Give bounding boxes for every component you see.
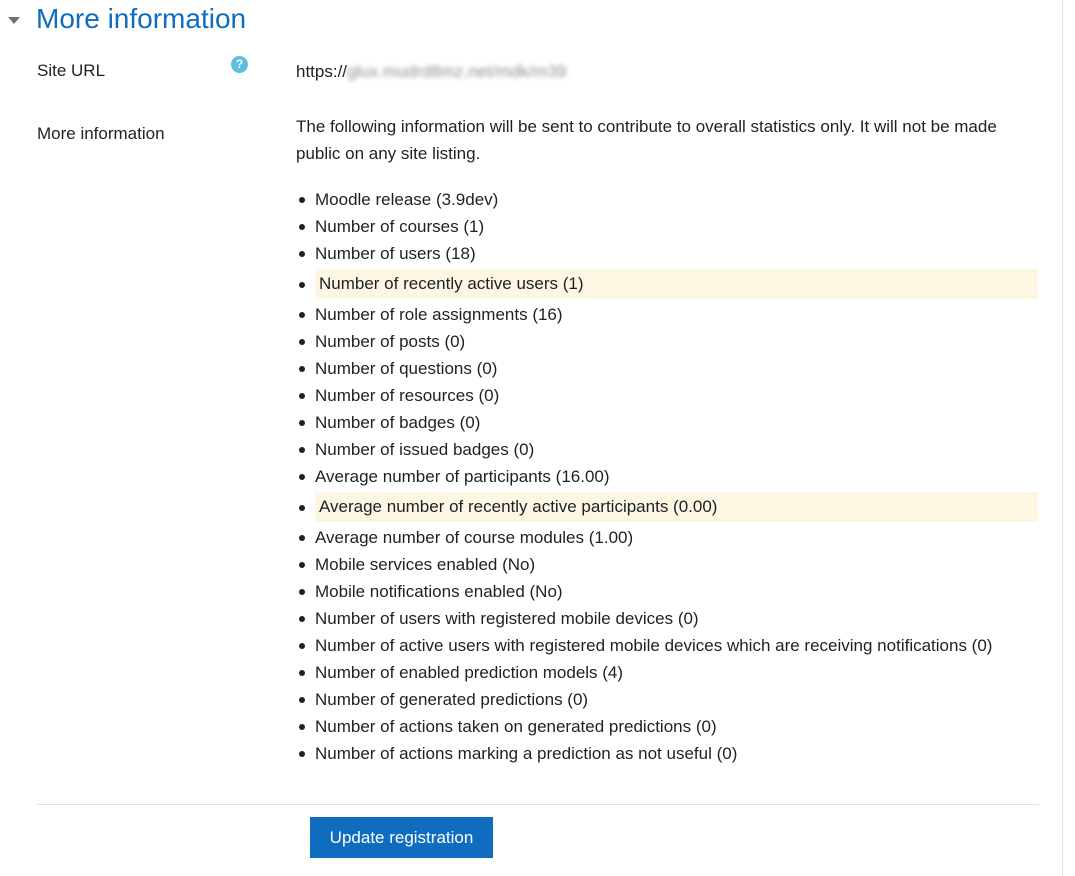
stats-list-item: Number of questions (0) (296, 355, 1038, 382)
stats-list-item: Average number of course modules (1.00) (296, 524, 1038, 551)
stats-list-item: Number of actions taken on generated pre… (296, 713, 1038, 740)
stats-list-item: Number of users (18) (296, 240, 1038, 267)
bullet-icon (299, 312, 305, 318)
bullet-icon (299, 724, 305, 730)
stats-item-text: Number of enabled prediction models (4) (315, 663, 624, 682)
stats-list-item: Number of enabled prediction models (4) (296, 659, 1038, 686)
section-title[interactable]: More information (36, 0, 246, 38)
stats-list-item: Number of resources (0) (296, 382, 1038, 409)
bullet-icon (299, 697, 305, 703)
stats-list-item: Mobile notifications enabled (No) (296, 578, 1038, 605)
bullet-icon (299, 751, 305, 757)
bullet-icon (299, 505, 305, 511)
stats-item-text: Number of actions taken on generated pre… (315, 717, 717, 736)
site-url-label: Site URL (37, 61, 106, 80)
stats-item-text: Mobile notifications enabled (No) (315, 582, 563, 601)
stats-item-text: Number of courses (1) (315, 217, 485, 236)
help-icon[interactable]: ? (231, 56, 248, 73)
bullet-icon (299, 282, 305, 288)
bullet-icon (299, 393, 305, 399)
update-registration-button[interactable]: Update registration (310, 817, 493, 858)
stats-item-text: Average number of participants (16.00) (315, 467, 610, 486)
stats-list-item: Number of active users with registered m… (296, 632, 1038, 659)
stats-item-text: Number of badges (0) (315, 413, 481, 432)
stats-list-item: Number of issued badges (0) (296, 436, 1038, 463)
stats-list-item: Number of actions marking a prediction a… (296, 740, 1038, 767)
stats-item-text: Number of recently active users (1) (315, 269, 1038, 299)
bullet-icon (299, 339, 305, 345)
page: More information Site URL ? https://glux… (0, 0, 1075, 876)
stats-item-text: Moodle release (3.9dev) (315, 190, 499, 209)
stats-item-text: Number of role assignments (16) (315, 305, 563, 324)
caret-down-icon[interactable] (8, 16, 20, 24)
stats-item-text: Number of resources (0) (315, 386, 500, 405)
bullet-icon (299, 616, 305, 622)
stats-list-item: Number of badges (0) (296, 409, 1038, 436)
stats-list-item: Number of posts (0) (296, 328, 1038, 355)
stats-list: Moodle release (3.9dev) Number of courses… (296, 186, 1038, 767)
section-header-toggle[interactable]: More information (8, 0, 246, 38)
bullet-icon (299, 251, 305, 257)
stats-list-item: Number of users with registered mobile d… (296, 605, 1038, 632)
stats-item-text: Number of actions marking a prediction a… (315, 744, 738, 763)
site-url-obscured: glux.mudrd8mz.net/mdk/m39 (347, 62, 567, 81)
stats-list-item: Number of role assignments (16) (296, 301, 1038, 328)
stats-item-text: Average number of course modules (1.00) (315, 528, 634, 547)
stats-list-item: Moodle release (3.9dev) (296, 186, 1038, 213)
stats-item-text: Number of posts (0) (315, 332, 466, 351)
site-url-value: https://glux.mudrd8mz.net/mdk/m39 (296, 62, 566, 82)
bullet-icon (299, 589, 305, 595)
stats-item-text: Number of generated predictions (0) (315, 690, 589, 709)
bullet-icon (299, 447, 305, 453)
bullet-icon (299, 474, 305, 480)
bullet-icon (299, 562, 305, 568)
stats-item-text: Average number of recently active partic… (315, 492, 1038, 522)
stats-item-text: Mobile services enabled (No) (315, 555, 536, 574)
site-url-prefix: https:// (296, 62, 348, 81)
stats-list-item: Mobile services enabled (No) (296, 551, 1038, 578)
content-border (1062, 0, 1063, 876)
stats-list-item: Number of courses (1) (296, 213, 1038, 240)
bullet-icon (299, 420, 305, 426)
bullet-icon (299, 197, 305, 203)
bullet-icon (299, 643, 305, 649)
stats-item-text: Number of active users with registered m… (315, 636, 993, 655)
more-info-label: More information (37, 124, 165, 143)
bullet-icon (299, 670, 305, 676)
bullet-icon (299, 366, 305, 372)
stats-item-text: Number of questions (0) (315, 359, 498, 378)
bullet-icon (299, 535, 305, 541)
stats-list-item: Average number of recently active partic… (296, 492, 1038, 522)
stats-item-text: Number of users (18) (315, 244, 476, 263)
stats-list-item: Number of recently active users (1) (296, 269, 1038, 299)
stats-item-text: Number of issued badges (0) (315, 440, 535, 459)
bullet-icon (299, 224, 305, 230)
stats-item-text: Number of users with registered mobile d… (315, 609, 699, 628)
more-info-intro: The following information will be sent t… (296, 117, 997, 163)
stats-list-item: Number of generated predictions (0) (296, 686, 1038, 713)
stats-list-item: Average number of participants (16.00) (296, 463, 1038, 490)
form-divider (37, 804, 1039, 805)
